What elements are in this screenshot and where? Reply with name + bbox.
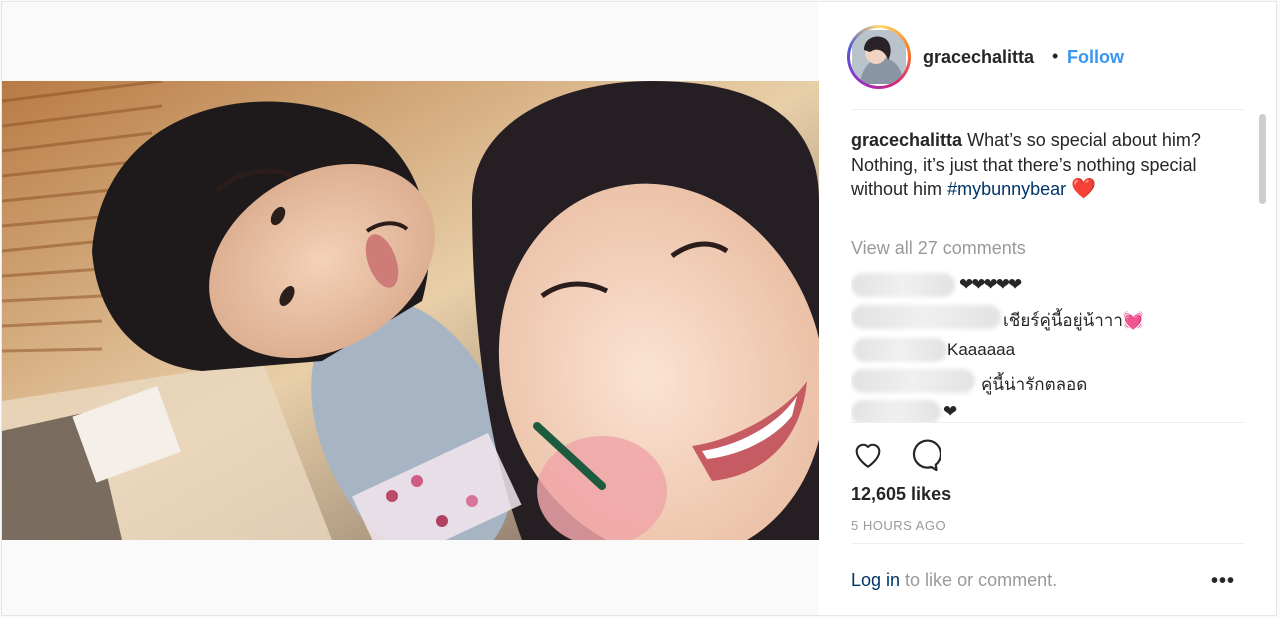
avatar[interactable] <box>847 25 911 89</box>
likes-count[interactable]: 12,605 likes <box>851 484 951 505</box>
comment-text: คู่นี้น่ารักตลอด <box>981 375 1088 394</box>
heart-icon[interactable] <box>851 437 885 476</box>
hashtag-link[interactable]: #mybunnybear <box>947 179 1066 199</box>
divider <box>851 422 1245 423</box>
login-suffix: to like or comment. <box>900 570 1058 590</box>
more-options-icon[interactable]: ••• <box>1211 570 1235 593</box>
comment-username-blurred[interactable] <box>853 338 947 362</box>
comments-area[interactable]: gracechalitta What’s so special about hi… <box>851 110 1251 422</box>
post-timestamp[interactable]: 5 HOURS AGO <box>851 518 946 533</box>
comment-username-blurred[interactable] <box>851 305 1001 329</box>
comment-bubble-icon[interactable] <box>905 437 943 478</box>
post-header: gracechalitta • Follow <box>819 2 1276 109</box>
login-prompt: Log in to like or comment. <box>851 570 1057 591</box>
action-bar <box>851 437 951 473</box>
caption: gracechalitta What’s so special about hi… <box>851 128 1231 202</box>
comment-text: เชียร์คู่นี้อยู่น้าาา💓 <box>1003 311 1145 330</box>
post-media <box>2 2 819 615</box>
comment-username-blurred[interactable] <box>851 400 941 422</box>
comment-username-blurred[interactable] <box>851 273 955 297</box>
view-all-comments-link[interactable]: View all 27 comments <box>851 238 1026 259</box>
comment-text: ❤ <box>943 402 958 421</box>
comments-scrollbar[interactable] <box>1259 114 1266 204</box>
avatar-image <box>850 28 908 86</box>
login-link[interactable]: Log in <box>851 570 900 590</box>
post-username[interactable]: gracechalitta <box>923 47 1034 68</box>
post-photo[interactable] <box>2 81 819 540</box>
divider <box>851 543 1245 544</box>
comment-username-blurred[interactable] <box>851 369 975 393</box>
instagram-post: gracechalitta • Follow gracechalitta Wha… <box>1 1 1277 616</box>
caption-username[interactable]: gracechalitta <box>851 130 962 150</box>
heart-emoji: ❤️ <box>1071 178 1097 200</box>
header-separator: • <box>1052 46 1059 66</box>
post-sidebar: gracechalitta • Follow gracechalitta Wha… <box>819 2 1276 615</box>
comment-text: Kaaaaaa <box>947 340 1016 359</box>
follow-button[interactable]: Follow <box>1067 47 1124 68</box>
comment-text: ❤❤❤❤❤ <box>959 275 1022 294</box>
